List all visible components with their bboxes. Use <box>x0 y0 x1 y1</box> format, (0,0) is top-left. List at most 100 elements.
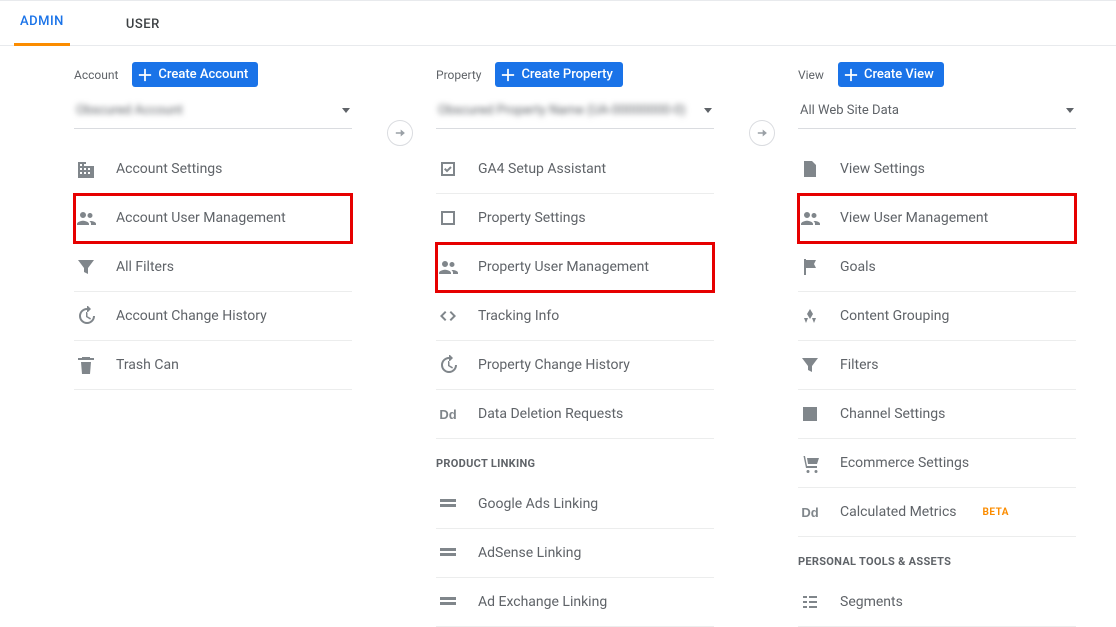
tab-user[interactable]: USER <box>120 17 166 46</box>
caret-down-icon <box>1066 108 1074 113</box>
property-settings[interactable]: Property Settings <box>436 194 714 243</box>
product-linking-menu: Google Ads Linking AdSense Linking Ad Ex… <box>436 480 714 627</box>
item-label: Ecommerce Settings <box>840 455 969 471</box>
link-icon <box>438 543 458 563</box>
account-user-management[interactable]: Account User Management <box>74 194 352 243</box>
account-menu: Account Settings Account User Management… <box>74 145 352 390</box>
beta-badge: BETA <box>983 507 1010 518</box>
code-icon <box>438 306 458 326</box>
create-property-button[interactable]: Create Property <box>495 62 622 87</box>
property-selector[interactable]: Obscured Property Name (UA-00000000-0) <box>436 97 714 129</box>
trash-can[interactable]: Trash Can <box>74 341 352 390</box>
history-icon <box>76 306 96 326</box>
item-label: Property Settings <box>478 210 586 226</box>
account-label: Account <box>74 68 118 82</box>
flag-icon <box>800 257 820 277</box>
personal-tools-menu: Segments <box>798 578 1076 627</box>
caret-down-icon <box>704 108 712 113</box>
calculated-metrics[interactable]: Dd Calculated Metrics BETA <box>798 488 1076 537</box>
account-settings[interactable]: Account Settings <box>74 145 352 194</box>
goals[interactable]: Goals <box>798 243 1076 292</box>
item-label: Property User Management <box>478 259 649 275</box>
funnel-icon <box>76 257 96 277</box>
tracking-info[interactable]: Tracking Info <box>436 292 714 341</box>
google-ads-linking[interactable]: Google Ads Linking <box>436 480 714 529</box>
funnel-icon <box>800 355 820 375</box>
view-filters[interactable]: Filters <box>798 341 1076 390</box>
item-label: Filters <box>840 357 879 373</box>
view-menu: View Settings View User Management Goals… <box>798 145 1076 537</box>
item-label: Ad Exchange Linking <box>478 594 607 610</box>
item-label: Data Deletion Requests <box>478 406 623 422</box>
group-icon <box>800 306 820 326</box>
dd-icon: Dd <box>438 404 458 424</box>
people-icon <box>76 208 96 228</box>
column-account: Account Create Account Obscured Account … <box>0 62 400 627</box>
content-grouping[interactable]: Content Grouping <box>798 292 1076 341</box>
segments-icon <box>800 592 820 612</box>
product-linking-header: PRODUCT LINKING <box>436 439 714 480</box>
plus-icon <box>138 68 152 82</box>
item-label: Account Settings <box>116 161 222 177</box>
item-label: Channel Settings <box>840 406 945 422</box>
property-user-management[interactable]: Property User Management <box>436 243 714 292</box>
item-label: All Filters <box>116 259 174 275</box>
item-label: Trash Can <box>116 357 179 373</box>
top-tabs: ADMIN USER <box>0 0 1116 46</box>
personal-tools-header: PERSONAL TOOLS & ASSETS <box>798 537 1076 578</box>
ad-exchange-linking[interactable]: Ad Exchange Linking <box>436 578 714 627</box>
plus-icon <box>844 68 858 82</box>
view-user-management[interactable]: View User Management <box>798 194 1076 243</box>
account-change-history[interactable]: Account Change History <box>74 292 352 341</box>
move-to-property-button[interactable] <box>387 120 413 146</box>
link-icon <box>438 592 458 612</box>
column-view: View Create View All Web Site Data View … <box>762 62 1116 627</box>
item-label: Account User Management <box>116 210 286 226</box>
ecommerce-settings[interactable]: Ecommerce Settings <box>798 439 1076 488</box>
view-selected: All Web Site Data <box>800 103 899 118</box>
dd-icon: Dd <box>800 502 820 522</box>
move-to-view-button[interactable] <box>749 120 775 146</box>
building-icon <box>76 159 96 179</box>
item-label: GA4 Setup Assistant <box>478 161 606 177</box>
create-view-label: Create View <box>864 67 934 82</box>
item-label: Content Grouping <box>840 308 949 324</box>
adsense-linking[interactable]: AdSense Linking <box>436 529 714 578</box>
property-selected: Obscured Property Name (UA-00000000-0) <box>438 103 686 118</box>
column-property: Property Create Property Obscured Proper… <box>400 62 762 627</box>
create-account-button[interactable]: Create Account <box>132 62 258 87</box>
channel-settings[interactable]: Channel Settings <box>798 390 1076 439</box>
view-label: View <box>798 68 824 82</box>
item-label: Segments <box>840 594 903 610</box>
caret-down-icon <box>342 108 350 113</box>
account-selected: Obscured Account <box>76 103 183 118</box>
ga4-setup-assistant[interactable]: GA4 Setup Assistant <box>436 145 714 194</box>
arrow-right-icon <box>755 126 769 140</box>
create-account-label: Create Account <box>158 67 248 82</box>
tab-admin[interactable]: ADMIN <box>14 14 70 46</box>
cart-icon <box>800 453 820 473</box>
channel-icon <box>800 404 820 424</box>
people-icon <box>438 257 458 277</box>
data-deletion-requests[interactable]: Dd Data Deletion Requests <box>436 390 714 439</box>
item-label: AdSense Linking <box>478 545 581 561</box>
property-label: Property <box>436 68 481 82</box>
view-settings[interactable]: View Settings <box>798 145 1076 194</box>
page-icon <box>800 159 820 179</box>
history-icon <box>438 355 458 375</box>
item-label: Calculated Metrics <box>840 504 957 520</box>
view-selector[interactable]: All Web Site Data <box>798 97 1076 129</box>
item-label: View User Management <box>840 210 988 226</box>
property-change-history[interactable]: Property Change History <box>436 341 714 390</box>
item-label: Property Change History <box>478 357 630 373</box>
create-property-label: Create Property <box>521 67 612 82</box>
item-label: Tracking Info <box>478 308 559 324</box>
item-label: Account Change History <box>116 308 267 324</box>
all-filters[interactable]: All Filters <box>74 243 352 292</box>
segments[interactable]: Segments <box>798 578 1076 627</box>
create-view-button[interactable]: Create View <box>838 62 944 87</box>
link-icon <box>438 494 458 514</box>
item-label: View Settings <box>840 161 925 177</box>
account-selector[interactable]: Obscured Account <box>74 97 352 129</box>
item-label: Google Ads Linking <box>478 496 598 512</box>
